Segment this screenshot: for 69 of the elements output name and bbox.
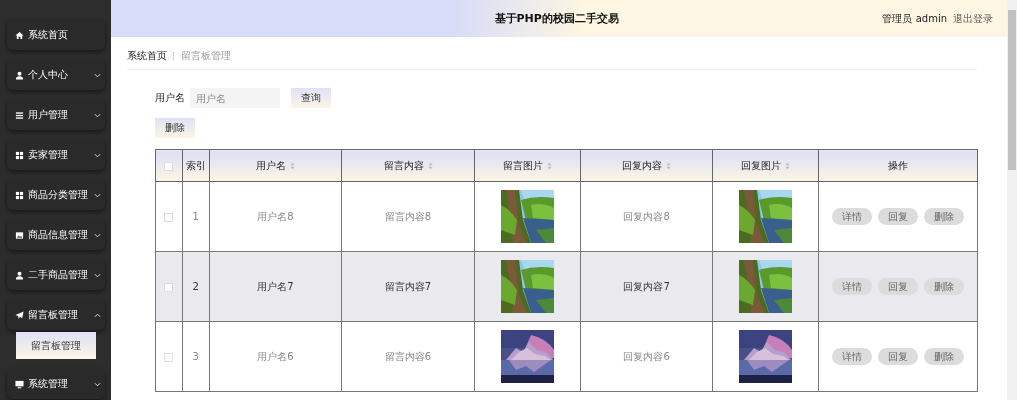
- sidebar-item[interactable]: 商品信息管理: [6, 220, 105, 250]
- action-button[interactable]: 删除: [924, 278, 965, 295]
- table-cell: 留言内容7: [384, 280, 432, 292]
- user-icon: [14, 70, 24, 80]
- monitor-icon: [14, 379, 24, 389]
- checkbox[interactable]: [164, 161, 174, 171]
- column-header: 操作: [888, 158, 909, 173]
- field-label: 用户名: [155, 91, 185, 105]
- table-cell: 3: [192, 351, 199, 362]
- home-icon: [14, 30, 24, 40]
- search-button[interactable]: 查询: [291, 88, 331, 108]
- breadcrumb-item[interactable]: 系统首页: [127, 49, 167, 63]
- user-label: 管理员 admin: [882, 11, 947, 26]
- checkbox[interactable]: [164, 212, 174, 222]
- table-cell: 用户名8: [257, 210, 294, 222]
- table-cell: 回复内容8: [623, 210, 670, 222]
- sidebar-item[interactable]: 二手商品管理: [6, 260, 105, 290]
- column-header: 用户名: [255, 158, 286, 173]
- column-header: 回复图片: [741, 158, 782, 173]
- sort-icon[interactable]: [427, 161, 433, 170]
- sidebar-item[interactable]: 商品分类管理: [6, 180, 105, 210]
- table-cell: 留言内容8: [384, 210, 432, 222]
- table-cell: 2: [192, 281, 199, 292]
- sidebar-item[interactable]: 卖家管理: [6, 140, 105, 170]
- grid-icon: [14, 190, 24, 200]
- table-row[interactable]: 3 用户名6 留言内容6 回复内容6 详情 回复 删除: [155, 321, 978, 392]
- action-button[interactable]: 删除: [924, 348, 965, 365]
- table-cell: 用户名6: [257, 350, 294, 362]
- table-row[interactable]: 1 用户名8 留言内容8 回复内容8 详情 回复 删除: [155, 181, 978, 252]
- grid-icon: [14, 150, 24, 160]
- sort-icon[interactable]: [666, 161, 672, 170]
- breadcrumb-item: 留言板管理: [181, 49, 231, 63]
- column-header: 索引: [185, 158, 206, 173]
- column-header: 留言内容: [383, 158, 424, 173]
- action-button[interactable]: 回复: [878, 278, 919, 295]
- sidebar-item[interactable]: 个人中心: [6, 60, 105, 90]
- sort-icon[interactable]: [547, 161, 553, 170]
- action-button[interactable]: 详情: [832, 208, 873, 225]
- submenu-item[interactable]: 留言板管理: [15, 332, 96, 359]
- sidebar-item[interactable]: 留言板管理: [6, 300, 105, 330]
- list-icon: [14, 110, 24, 120]
- table-row[interactable]: 2 用户名7 留言内容7 回复内容7 详情 回复 删除: [155, 251, 978, 322]
- action-button[interactable]: 详情: [832, 278, 873, 295]
- image-icon: [14, 230, 24, 240]
- search-field[interactable]: 用户名: [190, 88, 280, 108]
- column-header: 回复内容: [622, 158, 663, 173]
- sort-icon[interactable]: [289, 161, 295, 170]
- table-cell: 回复内容6: [623, 350, 670, 362]
- table-cell: 回复内容7: [623, 280, 670, 292]
- table-cell: 用户名7: [257, 280, 294, 292]
- checkbox[interactable]: [164, 352, 174, 362]
- plane-icon: [14, 310, 24, 320]
- sidebar-item[interactable]: 用户管理: [6, 100, 105, 130]
- delete-button[interactable]: 删除: [155, 118, 195, 138]
- action-button[interactable]: 删除: [924, 208, 965, 225]
- scrollbar[interactable]: [1007, 0, 1017, 400]
- checkbox[interactable]: [164, 282, 174, 292]
- table-cell: 1: [192, 211, 199, 222]
- sidebar-item[interactable]: 系统管理: [6, 369, 105, 399]
- table-cell: 留言内容6: [384, 350, 432, 362]
- user-icon: [14, 270, 24, 280]
- column-header: 留言图片: [503, 158, 544, 173]
- action-button[interactable]: 详情: [832, 348, 873, 365]
- sort-icon[interactable]: [785, 161, 791, 170]
- logout-link[interactable]: 退出登录: [953, 11, 993, 26]
- action-button[interactable]: 回复: [878, 208, 919, 225]
- app-title: 基于PHP的校园二手交易: [493, 11, 620, 26]
- action-button[interactable]: 回复: [878, 348, 919, 365]
- sidebar-item[interactable]: 系统首页: [6, 20, 105, 50]
